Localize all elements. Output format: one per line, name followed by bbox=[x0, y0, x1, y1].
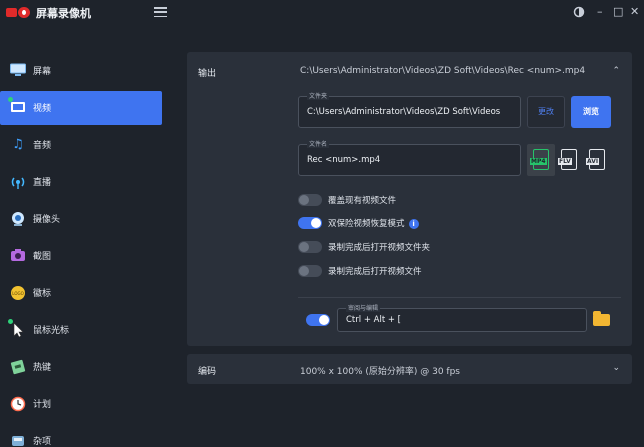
encoding-section-title: 编码 bbox=[198, 367, 217, 377]
folder-field[interactable]: 文件夹 C:\Users\Administrator\Videos\ZD Sof… bbox=[298, 91, 521, 128]
overwrite-toggle[interactable] bbox=[298, 194, 322, 206]
recovery-mode-label: 双保险视频恢复模式 i bbox=[328, 217, 419, 229]
mp4-file-icon: MP4 bbox=[530, 149, 549, 170]
logo-badge-icon: LOGO bbox=[10, 285, 26, 301]
sidebar-item-label: 直播 bbox=[33, 178, 52, 188]
open-folder-toggle[interactable] bbox=[298, 241, 322, 253]
cursor-icon bbox=[10, 322, 26, 338]
misc-icon bbox=[10, 433, 26, 447]
video-icon bbox=[10, 100, 26, 116]
sidebar-item-label: 鼠标光标 bbox=[33, 326, 70, 336]
sidebar-item-label: 音频 bbox=[33, 141, 52, 151]
broadcast-icon bbox=[10, 174, 26, 190]
review-edit-toggle[interactable] bbox=[306, 314, 330, 326]
sidebar-item-webcam[interactable]: 摄像头 bbox=[0, 202, 162, 236]
output-panel: 输出 C:\Users\Administrator\Videos\ZD Soft… bbox=[187, 52, 632, 346]
sidebar-item-label: 计划 bbox=[33, 400, 52, 410]
format-flv-button[interactable]: FLV bbox=[555, 144, 583, 176]
output-path-summary: C:\Users\Administrator\Videos\ZD Soft\Vi… bbox=[300, 66, 586, 76]
hotkey-input[interactable]: 审阅与编辑 Ctrl + Alt + [ bbox=[337, 303, 587, 332]
sidebar-item-label: 徽标 bbox=[33, 289, 52, 299]
camera-icon bbox=[10, 248, 26, 264]
format-avi-button[interactable]: AVI bbox=[583, 144, 611, 176]
browse-folder-button[interactable]: 浏览 bbox=[571, 96, 611, 128]
format-mp4-button[interactable]: MP4 bbox=[527, 144, 555, 176]
sidebar: 屏幕 视频 ♫ 音频 直播 摄像头 截图 LOGO 徽标 鼠标光标 热键 计划 … bbox=[0, 34, 168, 447]
divider bbox=[298, 297, 621, 298]
filename-value: Rec <num>.mp4 bbox=[307, 155, 381, 165]
change-folder-button[interactable]: 更改 bbox=[527, 96, 565, 128]
app-title: 屏幕录像机 bbox=[36, 7, 91, 20]
sidebar-item-label: 视频 bbox=[33, 104, 52, 114]
close-icon[interactable]: ✕ bbox=[630, 5, 639, 18]
menu-icon[interactable] bbox=[154, 7, 167, 18]
format-label: AVI bbox=[586, 158, 600, 165]
output-section-title: 输出 bbox=[198, 69, 217, 79]
recovery-mode-toggle[interactable] bbox=[298, 217, 322, 229]
minimize-icon[interactable]: – bbox=[597, 5, 603, 18]
avi-file-icon: AVI bbox=[586, 149, 605, 170]
hotkey-field-label: 审阅与编辑 bbox=[346, 303, 381, 312]
folder-icon[interactable] bbox=[593, 311, 610, 326]
sidebar-item-logo[interactable]: LOGO 徽标 bbox=[0, 276, 162, 310]
clock-icon bbox=[10, 396, 26, 412]
app-logo bbox=[6, 7, 32, 18]
folder-path-value: C:\Users\Administrator\Videos\ZD Soft\Vi… bbox=[307, 107, 501, 117]
overwrite-label: 覆盖现有视频文件 bbox=[328, 196, 397, 206]
sidebar-item-live[interactable]: 直播 bbox=[0, 165, 162, 199]
format-label: MP4 bbox=[530, 158, 547, 165]
sidebar-item-label: 截图 bbox=[33, 252, 52, 262]
chevron-down-icon[interactable]: ⌄ bbox=[612, 363, 620, 373]
sidebar-item-video[interactable]: 视频 bbox=[0, 91, 162, 125]
sidebar-item-label: 杂项 bbox=[33, 437, 52, 447]
open-folder-label: 录制完成后打开视频文件夹 bbox=[328, 243, 431, 253]
music-note-icon: ♫ bbox=[12, 137, 24, 152]
filename-input[interactable]: 文件名 Rec <num>.mp4 bbox=[298, 139, 521, 176]
sidebar-item-audio[interactable]: ♫ 音频 bbox=[0, 128, 162, 162]
webcam-icon bbox=[10, 211, 26, 227]
encoding-summary: 100% x 100% (原始分辨率) @ 30 fps bbox=[300, 367, 460, 377]
sidebar-item-hotkeys[interactable]: 热键 bbox=[0, 350, 162, 384]
sidebar-item-screen[interactable]: 屏幕 bbox=[0, 54, 162, 88]
open-file-toggle[interactable] bbox=[298, 265, 322, 277]
maximize-icon[interactable]: □ bbox=[613, 5, 623, 18]
open-file-label: 录制完成后打开视频文件 bbox=[328, 267, 422, 277]
sidebar-item-screenshot[interactable]: 截图 bbox=[0, 239, 162, 273]
sidebar-item-label: 屏幕 bbox=[33, 67, 52, 77]
sidebar-item-cursor[interactable]: 鼠标光标 bbox=[0, 313, 162, 347]
format-label: FLV bbox=[558, 158, 572, 165]
svg-text:LOGO: LOGO bbox=[12, 291, 23, 296]
encoding-panel[interactable]: 编码 100% x 100% (原始分辨率) @ 30 fps ⌄ bbox=[187, 354, 632, 384]
folder-field-label: 文件夹 bbox=[307, 91, 330, 100]
info-icon[interactable]: i bbox=[408, 218, 419, 229]
title-bar: 屏幕录像机 – □ ✕ bbox=[0, 0, 644, 26]
hotkey-value: Ctrl + Alt + [ bbox=[346, 315, 402, 325]
monitor-icon bbox=[10, 63, 26, 79]
chevron-up-icon[interactable]: ⌃ bbox=[612, 66, 620, 76]
sidebar-item-label: 摄像头 bbox=[33, 215, 61, 225]
recovery-mode-text: 双保险视频恢复模式 bbox=[328, 219, 405, 229]
filename-field-label: 文件名 bbox=[307, 139, 330, 148]
flv-file-icon: FLV bbox=[558, 149, 577, 170]
keyboard-icon bbox=[10, 359, 26, 375]
sidebar-item-schedule[interactable]: 计划 bbox=[0, 387, 162, 421]
sidebar-item-misc[interactable]: 杂项 bbox=[0, 424, 162, 447]
sidebar-item-label: 热键 bbox=[33, 363, 52, 373]
theme-toggle-icon[interactable] bbox=[572, 5, 586, 22]
